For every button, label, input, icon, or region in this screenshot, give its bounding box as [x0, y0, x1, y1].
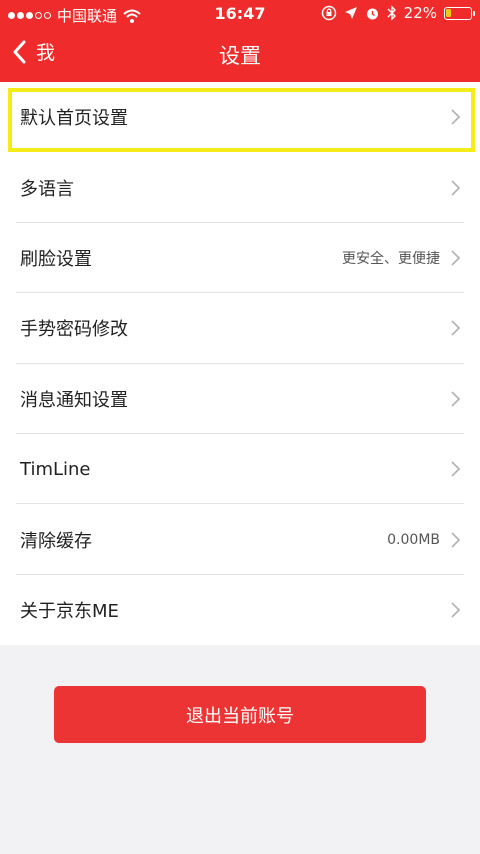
logout-button[interactable]: 退出当前账号: [54, 686, 426, 743]
setting-notifications[interactable]: 消息通知设置: [0, 364, 480, 435]
setting-value: 0.00MB: [387, 531, 440, 548]
setting-about[interactable]: 关于京东ME: [0, 575, 480, 645]
battery-fill: [446, 8, 451, 17]
chevron-right-icon: [451, 250, 461, 266]
location-arrow-icon: [344, 7, 357, 19]
setting-label: 消息通知设置: [20, 389, 128, 411]
chevron-right-icon: [451, 109, 461, 125]
bluetooth-icon: [387, 5, 396, 21]
chevron-right-icon: [451, 320, 461, 336]
setting-face-recognition[interactable]: 刷脸设置 更安全、更便捷: [0, 223, 480, 294]
nav-bar: 我 设置: [0, 28, 480, 82]
setting-timline[interactable]: TimLine: [0, 434, 480, 505]
status-bar: 中国联通 16:47 22%: [0, 0, 480, 28]
setting-clear-cache[interactable]: 清除缓存 0.00MB: [0, 504, 480, 576]
setting-value: 更安全、更便捷: [342, 250, 440, 267]
setting-label: 关于京东ME: [20, 600, 119, 622]
chevron-right-icon: [451, 179, 461, 196]
setting-language[interactable]: 多语言: [0, 152, 480, 224]
chevron-right-icon: [451, 461, 461, 477]
header: 中国联通 16:47 22% 我 设置: [0, 0, 480, 82]
setting-label: 默认首页设置: [20, 108, 128, 130]
status-right: 22%: [321, 4, 475, 22]
setting-label: TimLine: [20, 458, 91, 480]
lock-rotation-icon: [321, 5, 336, 21]
page-title: 设置: [219, 44, 261, 68]
setting-label: 刷脸设置: [20, 248, 92, 270]
battery-percent: 22%: [403, 4, 437, 22]
chevron-right-icon: [451, 531, 461, 548]
setting-label: 手势密码修改: [20, 319, 128, 341]
setting-default-homepage[interactable]: 默认首页设置: [0, 82, 480, 153]
settings-list: 默认首页设置 多语言 刷脸设置 更安全、更便捷 手势密码修改 消息通知设置 Ti…: [0, 82, 480, 646]
chevron-right-icon: [451, 602, 461, 618]
battery-icon: [444, 6, 475, 20]
alarm-icon: [366, 8, 378, 19]
setting-gesture-password[interactable]: 手势密码修改: [0, 293, 480, 364]
setting-label: 清除缓存: [20, 530, 92, 552]
chevron-right-icon: [451, 391, 461, 407]
setting-label: 多语言: [20, 178, 74, 200]
